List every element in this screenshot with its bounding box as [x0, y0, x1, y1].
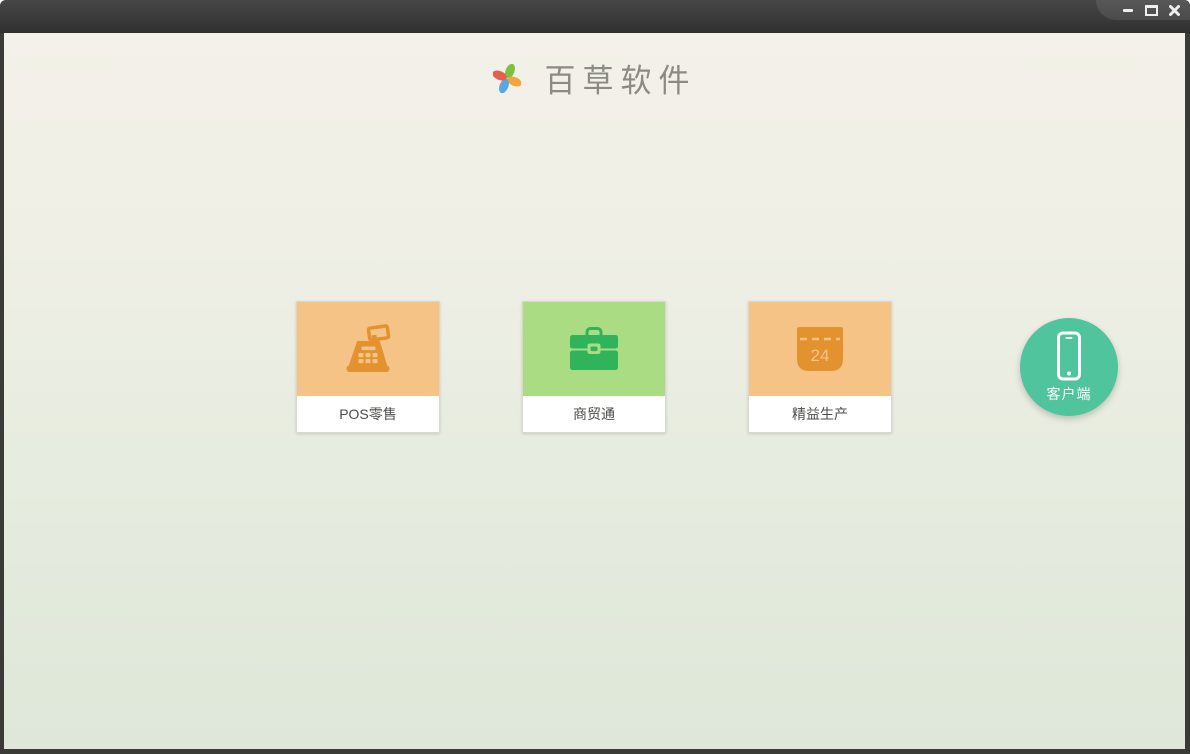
- product-cards: POS零售 商贸通 24 精益生产: [296, 301, 892, 433]
- cash-register-icon: [346, 324, 391, 372]
- pos-card-tile: [297, 302, 439, 396]
- brand-header: 百草软件: [4, 55, 1185, 100]
- window-controls: [1096, 0, 1190, 20]
- app-title: 百草软件: [544, 62, 697, 100]
- smartphone-icon: [1057, 331, 1081, 380]
- main-content: 百草软件 POS零售 商贸通 24 精益生产 客户端: [4, 33, 1185, 749]
- minimize-button[interactable]: [1121, 3, 1135, 17]
- client-button-label: 客户端: [1046, 385, 1092, 402]
- calendar-icon: 24: [797, 327, 843, 371]
- pos-card-label: POS零售: [297, 396, 439, 432]
- card-pos-retail[interactable]: POS零售: [296, 301, 440, 433]
- lean-card-label: 精益生产: [749, 396, 891, 432]
- maximize-button[interactable]: [1144, 3, 1158, 17]
- close-icon: [1168, 4, 1180, 16]
- titlebar: [0, 0, 1190, 33]
- lean-card-tile: 24: [749, 302, 891, 396]
- trade-card-tile: [523, 302, 665, 396]
- pinwheel-icon: [492, 63, 521, 93]
- card-trade[interactable]: 商贸通: [522, 301, 666, 433]
- minimize-icon: [1123, 8, 1133, 12]
- client-button[interactable]: 客户端: [1020, 318, 1118, 416]
- trade-card-label: 商贸通: [523, 396, 665, 432]
- app-window: 百草软件 POS零售 商贸通 24 精益生产 客户端: [0, 0, 1190, 754]
- calendar-day-number: 24: [811, 346, 830, 365]
- close-button[interactable]: [1167, 3, 1181, 17]
- briefcase-icon: [570, 327, 618, 370]
- maximize-icon: [1144, 4, 1158, 16]
- card-lean-production[interactable]: 24 精益生产: [748, 301, 892, 433]
